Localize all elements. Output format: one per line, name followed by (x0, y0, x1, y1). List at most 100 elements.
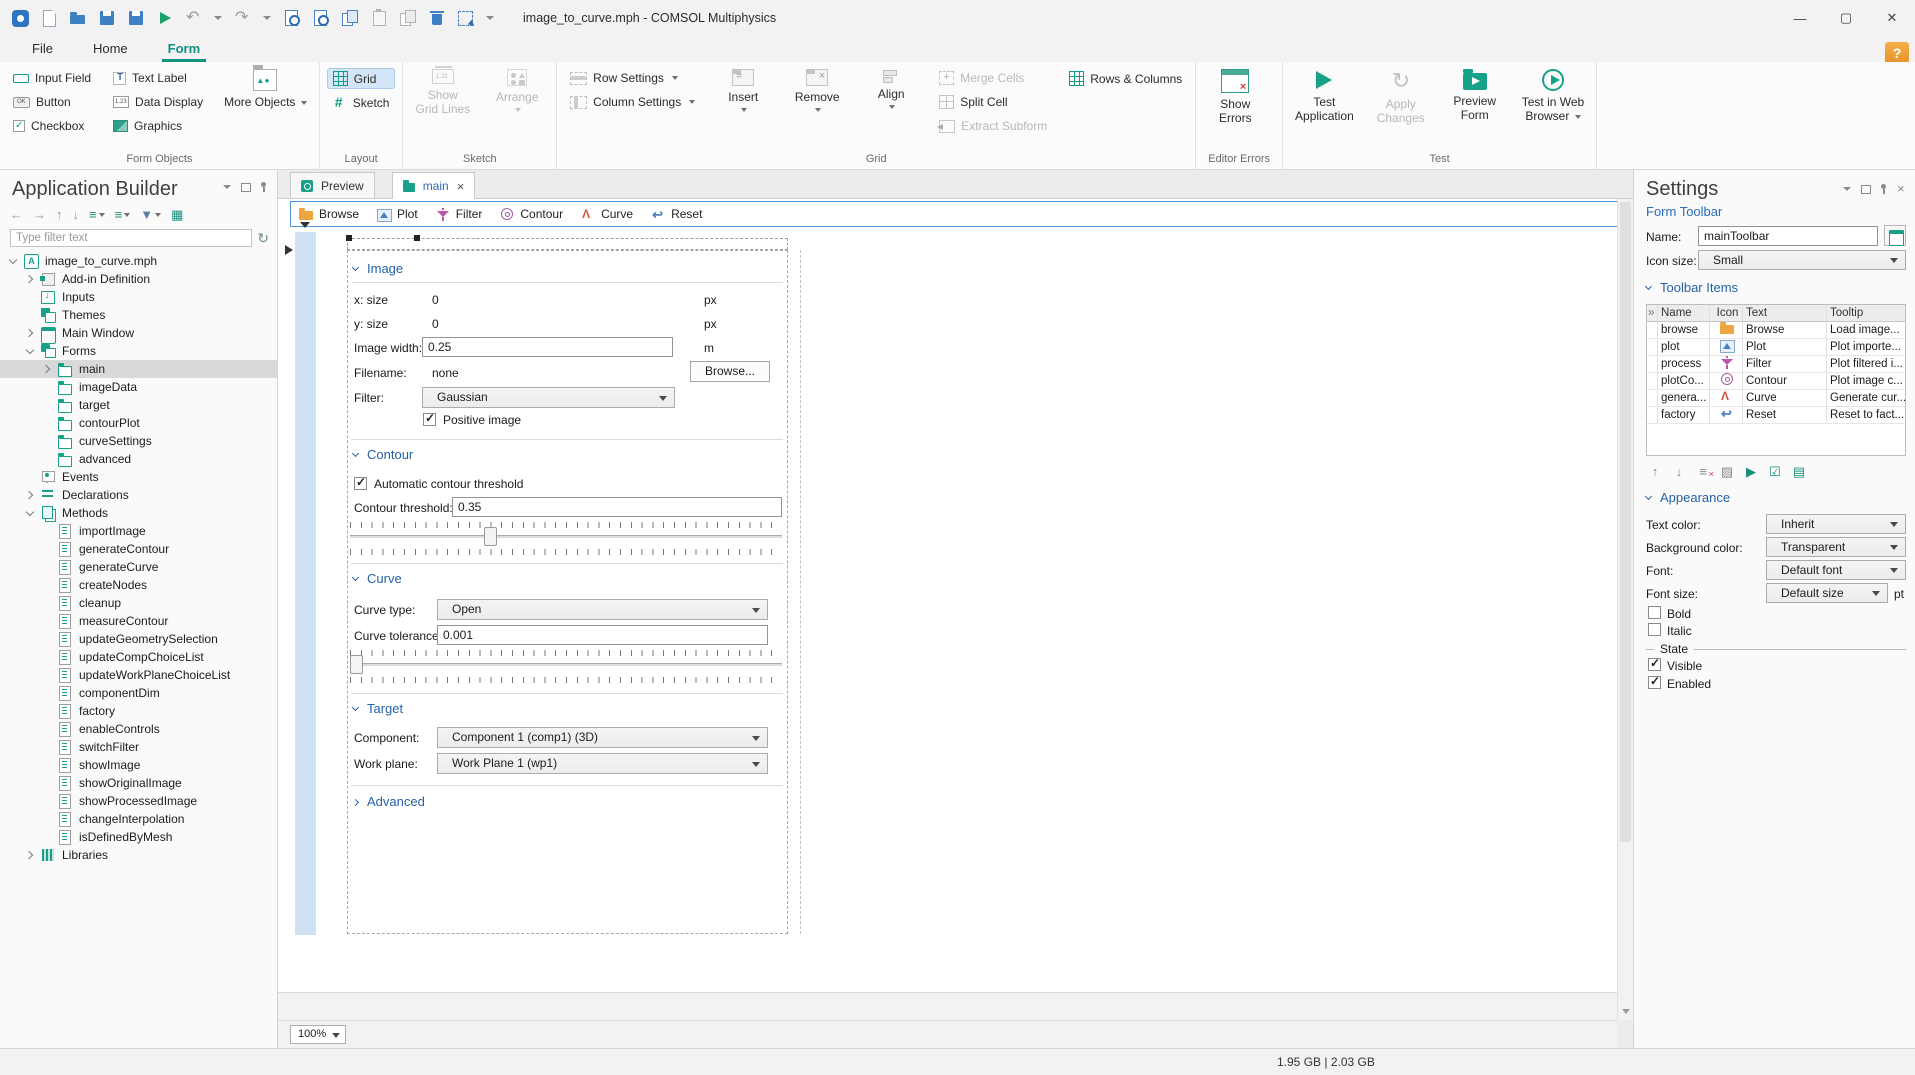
panel-menu-icon[interactable] (222, 182, 233, 193)
preview-doc-icon[interactable] (283, 9, 301, 27)
settings-close-icon[interactable] (1896, 181, 1907, 196)
tree-item-factory[interactable]: factory (0, 702, 277, 720)
twisty-icon[interactable] (42, 777, 55, 789)
split-cell-button[interactable]: Split Cell (934, 93, 1052, 111)
form-content-cell[interactable]: Image x: size 0 px y: size 0 px Image wi… (347, 250, 788, 934)
section-target[interactable]: Target (351, 701, 403, 716)
merge-cells-button[interactable]: Merge Cells (934, 69, 1052, 87)
toolbar-item-row-Contour[interactable]: plotCo... Contour Plot image c... (1647, 373, 1905, 390)
data-display-button[interactable]: Data Display (108, 93, 208, 111)
slider-thumb[interactable] (484, 527, 497, 546)
add-toggle-icon[interactable]: ▶ (1742, 464, 1760, 480)
remove-button[interactable]: Remove (786, 65, 848, 114)
section-image[interactable]: Image (351, 261, 403, 276)
new-file-icon[interactable] (40, 9, 58, 27)
twisty-icon[interactable] (42, 381, 55, 393)
settings-float-icon[interactable] (1860, 184, 1871, 195)
column-marker-icon[interactable] (300, 222, 310, 228)
tree-item-showImage[interactable]: showImage (0, 756, 277, 774)
tree-item-updateWorkPlaneChoiceList[interactable]: updateWorkPlaneChoiceList (0, 666, 277, 684)
show-errors-button[interactable]: Show Errors (1204, 65, 1266, 128)
twisty-icon[interactable] (25, 345, 38, 357)
twisty-icon[interactable] (42, 687, 55, 699)
plot-button[interactable]: Plot (377, 207, 418, 222)
undo-icon[interactable] (185, 9, 203, 27)
maximize-button[interactable]: ▢ (1823, 0, 1869, 36)
app-logo-icon[interactable] (12, 9, 29, 27)
add-separator-icon[interactable]: ▤ (1790, 464, 1808, 480)
twisty-icon[interactable] (42, 417, 55, 429)
extract-subform-button[interactable]: Extract Subform (934, 117, 1052, 135)
back-button[interactable]: ← (10, 208, 23, 222)
redo-menu-icon[interactable] (263, 9, 272, 27)
tab-home[interactable]: Home (87, 38, 134, 62)
tree-item-Methods[interactable]: Methods (0, 504, 277, 522)
settings-pin-icon[interactable] (1878, 184, 1889, 195)
curve-tolerance-input[interactable]: 0.001 (437, 625, 768, 645)
tree-item-showOriginalImage[interactable]: showOriginalImage (0, 774, 277, 792)
test-in-web-browser-button[interactable]: Test in Web Browser (1518, 65, 1588, 126)
twisty-icon[interactable] (25, 309, 38, 321)
browse-file-button[interactable]: Browse... (690, 361, 770, 382)
twisty-icon[interactable] (8, 255, 21, 267)
twisty-icon[interactable] (42, 741, 55, 753)
rename-form-button[interactable] (1884, 225, 1906, 246)
bold-checkbox[interactable] (1648, 606, 1661, 619)
model-manager-button[interactable]: ▦ (171, 208, 183, 222)
run-icon[interactable] (156, 9, 174, 27)
grid-row-handle[interactable] (346, 235, 788, 250)
twisty-icon[interactable] (42, 669, 55, 681)
twisty-icon[interactable] (25, 273, 38, 285)
enabled-checkbox[interactable] (1648, 674, 1661, 689)
filter-button[interactable]: ▼ (140, 208, 162, 222)
more-objects-button[interactable]: More Objects (220, 65, 311, 111)
section-toolbar-items[interactable]: Toolbar Items (1644, 280, 1738, 295)
selection-handle[interactable] (414, 235, 420, 241)
add-checkbox-icon[interactable]: ☑ (1766, 464, 1784, 480)
column-settings-button[interactable]: Column Settings (565, 93, 700, 111)
twisty-icon[interactable] (25, 489, 38, 501)
background-color-select[interactable]: Transparent (1766, 537, 1906, 557)
toolbar-item-row-Filter[interactable]: process Filter Plot filtered i... (1647, 356, 1905, 373)
close-button[interactable]: ✕ (1869, 0, 1915, 36)
selected-column-strip[interactable] (295, 232, 316, 935)
twisty-icon[interactable] (42, 831, 55, 843)
form-toolbar[interactable]: Browse Plot Filter Contour Curve Reset (290, 201, 1617, 227)
twisty-icon[interactable] (25, 327, 38, 339)
curve-tolerance-slider[interactable] (350, 663, 782, 666)
rows-columns-button[interactable]: Rows & Columns (1064, 69, 1187, 88)
redo-icon[interactable] (234, 9, 252, 27)
undo-menu-icon[interactable] (214, 9, 223, 27)
tab-file[interactable]: File (26, 38, 59, 62)
tree-item-updateCompChoiceList[interactable]: updateCompChoiceList (0, 648, 277, 666)
delete-item-icon[interactable]: ≡ (1694, 464, 1714, 482)
italic-checkbox[interactable] (1648, 623, 1661, 636)
twisty-icon[interactable] (42, 597, 55, 609)
tree-item-Declarations[interactable]: Declarations (0, 486, 277, 504)
twisty-icon[interactable] (42, 813, 55, 825)
delete-icon[interactable] (428, 9, 446, 27)
font-size-select[interactable]: Default size (1766, 583, 1888, 603)
tree-item-measureContour[interactable]: measureContour (0, 612, 277, 630)
save-icon[interactable] (98, 9, 116, 27)
grid-mode-button[interactable]: Grid (326, 68, 396, 89)
section-appearance[interactable]: Appearance (1644, 490, 1730, 505)
form-canvas[interactable]: Browse Plot Filter Contour Curve Reset Image … (278, 199, 1617, 1020)
tree-item-Inputs[interactable]: Inputs (0, 288, 277, 306)
twisty-icon[interactable] (42, 633, 55, 645)
tree-item-showProcessedImage[interactable]: showProcessedImage (0, 792, 277, 810)
twisty-icon[interactable] (25, 291, 38, 303)
arrange-button[interactable]: Arrange (486, 65, 548, 114)
tab-form[interactable]: Form (161, 38, 207, 62)
auto-threshold-checkbox[interactable] (354, 475, 367, 490)
image-width-input[interactable]: 0.25 (422, 337, 673, 357)
col-icon[interactable]: Icon (1710, 305, 1743, 321)
component-select[interactable]: Component 1 (comp1) (3D) (437, 727, 768, 748)
tree-item-Themes[interactable]: Themes (0, 306, 277, 324)
toolbar-item-row-Curve[interactable]: genera... Curve Generate cur... (1647, 390, 1905, 407)
tree-item-updateGeometrySelection[interactable]: updateGeometrySelection (0, 630, 277, 648)
twisty-icon[interactable] (42, 543, 55, 555)
twisty-icon[interactable] (42, 651, 55, 663)
contour-threshold-input[interactable]: 0.35 (452, 497, 782, 517)
copy-icon[interactable] (341, 9, 359, 27)
